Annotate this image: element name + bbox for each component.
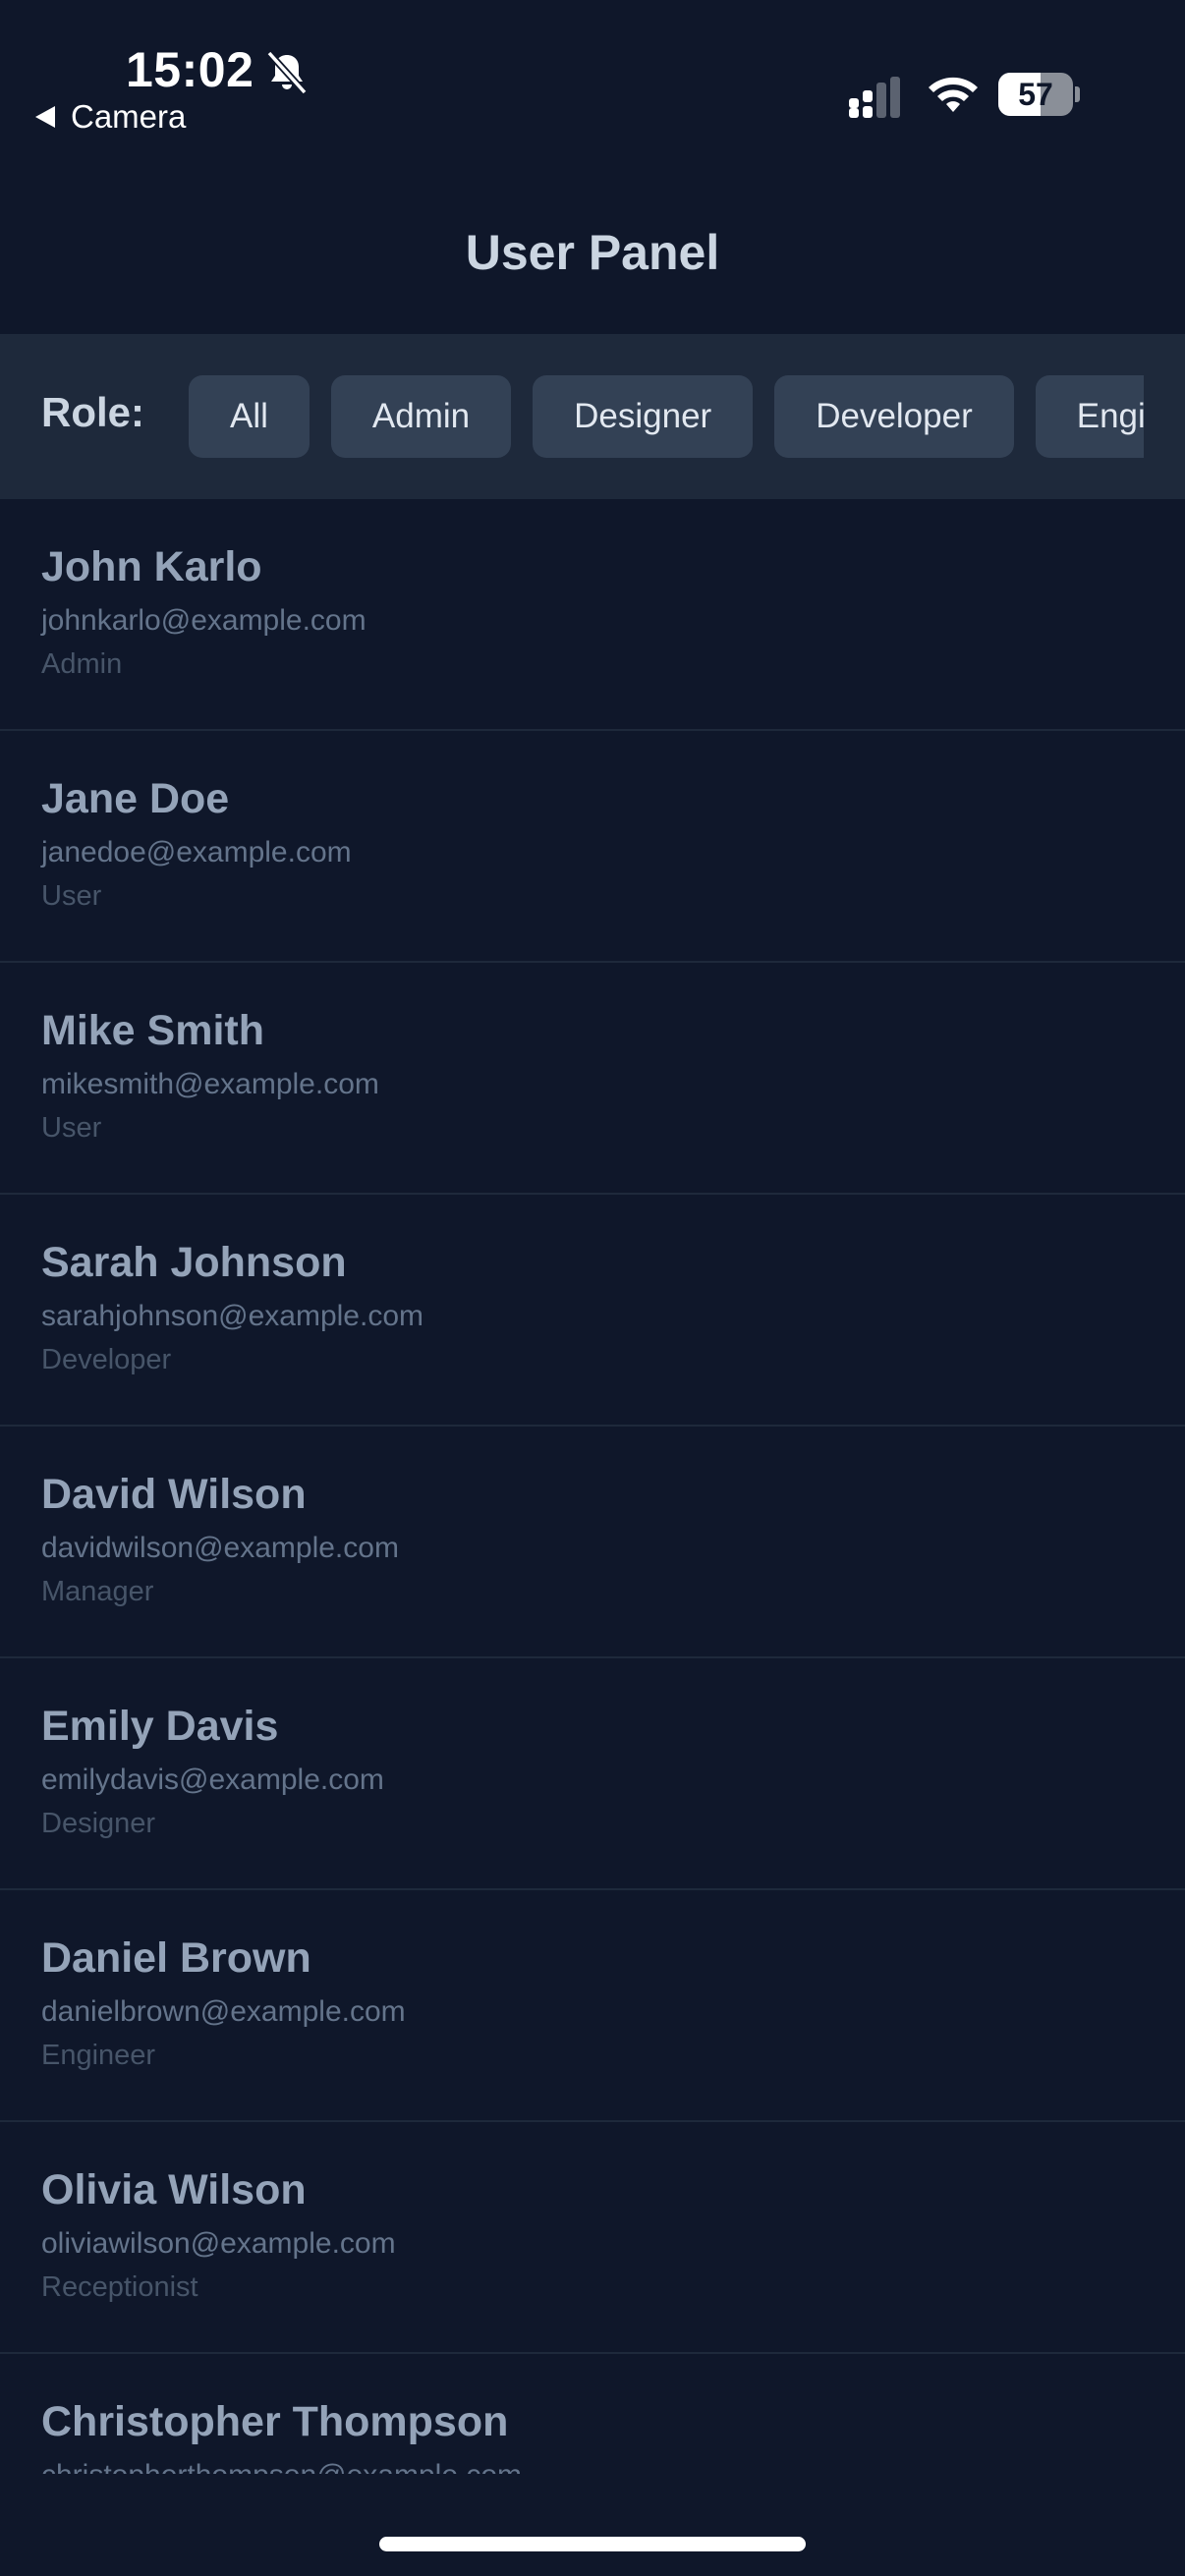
role-chips: AllAdmin DesignerDeveloper Engineer bbox=[189, 375, 1144, 458]
cellular-signal-icon bbox=[849, 77, 900, 118]
user-email: johnkarlo@example.com bbox=[41, 604, 367, 637]
user-email: emilydavis@example.com bbox=[41, 1764, 384, 1796]
back-to-camera-link[interactable]: Camera bbox=[35, 98, 186, 136]
battery-percent: 57 bbox=[1018, 77, 1053, 112]
user-role: Designer bbox=[41, 1808, 156, 1839]
user-role: User bbox=[41, 880, 102, 912]
role-filter-bar: Role: AllAdmin DesignerDeveloper Engineer bbox=[0, 334, 1185, 499]
user-email: christopherthompson@example.com bbox=[41, 2456, 1185, 2474]
user-role: User bbox=[41, 1112, 102, 1144]
user-row[interactable]: David Wilson davidwilson@example.com Manag… bbox=[0, 1427, 1185, 1658]
user-name: John Karlo bbox=[41, 543, 262, 590]
page-title: User Panel bbox=[465, 225, 720, 280]
role-chip-all[interactable]: All bbox=[189, 375, 310, 458]
user-name: Mike Smith bbox=[41, 1007, 264, 1054]
user-email: mikesmith@example.com bbox=[41, 1068, 379, 1100]
role-chip-admin[interactable]: Admin bbox=[330, 375, 512, 458]
user-email: janedoe@example.com bbox=[41, 836, 352, 868]
role-chips-scroller[interactable]: AllAdmin DesignerDeveloper Engineer bbox=[189, 375, 1144, 458]
battery-icon: 57 bbox=[998, 73, 1081, 118]
role-chip-designer[interactable]: Designer bbox=[533, 375, 754, 458]
user-name: Jane Doe bbox=[41, 775, 230, 822]
user-name: Olivia Wilson bbox=[41, 2166, 307, 2213]
status-time: 15:02 bbox=[126, 42, 254, 97]
battery-cap bbox=[1075, 86, 1080, 102]
role-filter-label: Role: bbox=[41, 389, 144, 435]
user-email: sarahjohnson@example.com bbox=[41, 1300, 423, 1332]
user-list[interactable]: John Karlo johnkarlo@example.com Admin Jane… bbox=[0, 499, 1185, 2474]
user-role: Admin bbox=[41, 648, 123, 680]
user-email: davidwilson@example.com bbox=[41, 1532, 399, 1564]
user-panel-screen: 15:02 Camera 57 User Panel Role: All Adm… bbox=[0, 0, 1185, 2576]
user-email: danielbrown@example.com bbox=[41, 1995, 406, 2028]
user-row[interactable]: Daniel Brown danielbrown@example.com Engin… bbox=[0, 1890, 1185, 2122]
user-name: Emily Davis bbox=[41, 1703, 279, 1750]
user-name: Christopher Thompson bbox=[41, 2398, 509, 2445]
user-name: Daniel Brown bbox=[41, 1934, 311, 1982]
user-name: David Wilson bbox=[41, 1471, 307, 1518]
user-row[interactable]: Christopher Thompson christopherthompson@… bbox=[0, 2354, 1185, 2474]
user-role: Receptionist bbox=[41, 2271, 198, 2303]
user-row[interactable]: Emily Davis emilydavis@example.com Designe… bbox=[0, 1658, 1185, 1890]
back-triangle-icon bbox=[35, 106, 55, 128]
home-indicator[interactable] bbox=[379, 2537, 806, 2551]
user-row[interactable]: Jane Doe janedoe@example.com User bbox=[0, 731, 1185, 963]
status-bar: 15:02 Camera 57 bbox=[0, 0, 1185, 147]
user-row[interactable]: John Karlo johnkarlo@example.com Admin bbox=[0, 499, 1185, 731]
user-role: Engineer bbox=[41, 2040, 156, 2071]
user-role: Developer bbox=[41, 1344, 172, 1375]
user-role: Manager bbox=[41, 1576, 154, 1607]
role-chip-developer[interactable]: Developer bbox=[774, 375, 1014, 458]
user-row[interactable]: Mike Smith mikesmith@example.com User bbox=[0, 963, 1185, 1195]
wifi-icon bbox=[929, 77, 978, 112]
user-row[interactable]: Olivia Wilson oliviawilson@example.com Rec… bbox=[0, 2122, 1185, 2354]
bell-slash-icon bbox=[266, 50, 308, 95]
role-chip-engineer[interactable]: Engineer bbox=[1035, 375, 1144, 458]
user-row[interactable]: Sarah Johnson sarahjohnson@example.com Dev… bbox=[0, 1195, 1185, 1427]
user-email: oliviawilson@example.com bbox=[41, 2227, 396, 2260]
back-link-label: Camera bbox=[71, 98, 187, 135]
user-name: Sarah Johnson bbox=[41, 1239, 347, 1286]
battery-body: 57 bbox=[998, 73, 1073, 116]
